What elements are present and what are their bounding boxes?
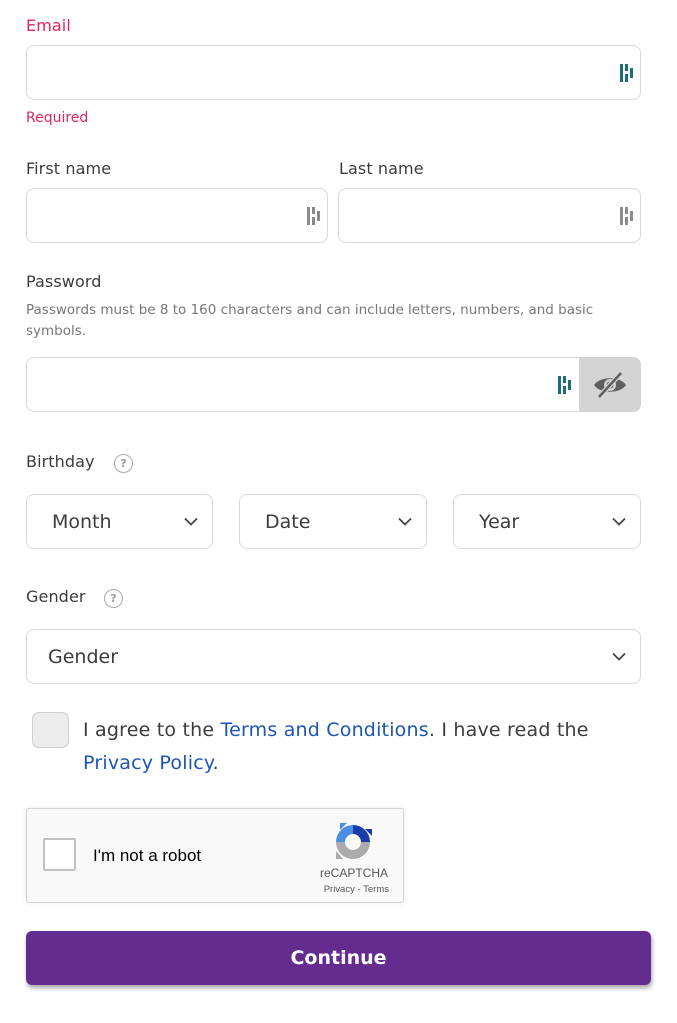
password-manager-icon[interactable] bbox=[307, 206, 321, 225]
password-manager-icon[interactable] bbox=[620, 63, 634, 82]
recaptcha-label: I'm not a robot bbox=[93, 846, 202, 865]
last-name-label: Last name bbox=[339, 159, 424, 178]
birthday-month-select[interactable]: Month bbox=[26, 494, 213, 549]
recaptcha-logo-icon bbox=[336, 823, 372, 859]
recaptcha-separator: - bbox=[354, 884, 364, 895]
recaptcha-widget: I'm not a robot reCAPTCHA Privacy - Term… bbox=[26, 808, 404, 903]
gender-label: Gender bbox=[26, 587, 86, 606]
agreement-text: I agree to the Terms and Conditions. I h… bbox=[83, 714, 643, 780]
email-label: Email bbox=[26, 16, 71, 35]
birthday-date-select[interactable]: Date bbox=[239, 494, 427, 549]
gender-select[interactable]: Gender bbox=[26, 629, 641, 684]
agreement-prefix: I agree to the bbox=[83, 719, 221, 741]
password-label: Password bbox=[26, 272, 102, 291]
email-input[interactable] bbox=[27, 46, 640, 99]
password-field-container bbox=[26, 357, 641, 412]
toggle-password-visibility-button[interactable] bbox=[579, 357, 641, 412]
recaptcha-terms-link[interactable]: Terms bbox=[363, 884, 389, 895]
chevron-down-icon bbox=[184, 517, 198, 526]
date-select-value: Date bbox=[265, 510, 311, 533]
question-circle-icon[interactable]: ? bbox=[104, 589, 123, 608]
email-error: Required bbox=[26, 110, 89, 126]
recaptcha-links: Privacy - Terms bbox=[324, 884, 389, 895]
first-name-field-container bbox=[26, 188, 328, 243]
password-help-text: Passwords must be 8 to 160 characters an… bbox=[26, 302, 594, 339]
first-name-input[interactable] bbox=[27, 189, 327, 242]
password-manager-icon[interactable] bbox=[558, 375, 572, 394]
birthday-year-select[interactable]: Year bbox=[453, 494, 641, 549]
email-field-container bbox=[26, 45, 641, 100]
continue-button[interactable]: Continue bbox=[26, 931, 651, 985]
password-manager-icon[interactable] bbox=[620, 206, 634, 225]
chevron-down-icon bbox=[398, 517, 412, 526]
recaptcha-brand: reCAPTCHA bbox=[319, 866, 388, 880]
chevron-down-icon bbox=[612, 652, 626, 661]
gender-select-value: Gender bbox=[48, 645, 119, 668]
recaptcha-checkbox[interactable] bbox=[43, 838, 76, 871]
last-name-input[interactable] bbox=[339, 189, 640, 242]
agreement-middle: . I have read the bbox=[428, 719, 589, 741]
agreement-suffix: . bbox=[212, 752, 219, 774]
eye-slash-icon bbox=[594, 370, 626, 399]
birthday-label: Birthday bbox=[26, 452, 95, 471]
agree-terms-checkbox[interactable] bbox=[32, 712, 69, 748]
question-circle-icon[interactable]: ? bbox=[114, 454, 133, 473]
terms-and-conditions-link[interactable]: Terms and Conditions bbox=[221, 719, 429, 741]
privacy-policy-link[interactable]: Privacy Policy bbox=[83, 752, 213, 774]
recaptcha-privacy-link[interactable]: Privacy bbox=[324, 884, 355, 895]
chevron-down-icon bbox=[612, 517, 626, 526]
password-input[interactable] bbox=[27, 358, 640, 411]
year-select-value: Year bbox=[479, 510, 520, 533]
last-name-field-container bbox=[338, 188, 641, 243]
month-select-value: Month bbox=[52, 510, 112, 533]
first-name-label: First name bbox=[26, 159, 112, 178]
